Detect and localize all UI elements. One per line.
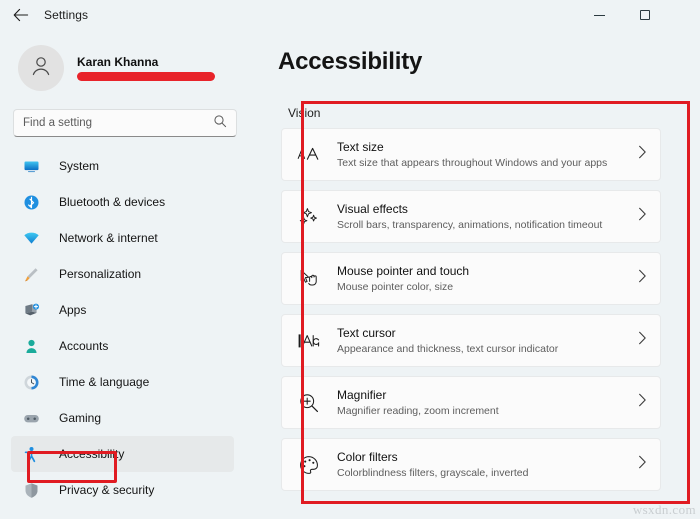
section-label-vision: Vision — [288, 106, 321, 120]
card-subtitle: Text size that appears throughout Window… — [337, 156, 608, 169]
sidebar-item-network-internet[interactable]: Network & internet — [11, 220, 234, 256]
card-title: Text size — [337, 139, 384, 154]
settings-card-text: Text cursor Appearance and thickness, te… — [337, 326, 638, 356]
maximize-button[interactable] — [622, 0, 668, 30]
search-container — [13, 109, 237, 137]
sidebar-item-gaming[interactable]: Gaming — [11, 400, 234, 436]
sidebar-item-time-language[interactable]: Time & language — [11, 364, 234, 400]
chevron-right-icon[interactable] — [638, 145, 649, 164]
magnifier-icon — [295, 392, 323, 414]
settings-card-text: Magnifier Magnifier reading, zoom increm… — [337, 388, 638, 418]
card-subtitle: Colorblindness filters, grayscale, inver… — [337, 466, 529, 479]
window-body: Karan Khanna Find a setting System Bluet… — [0, 30, 700, 519]
sidebar-item-windows-update[interactable]: Windows Update — [11, 508, 234, 519]
sidebar-item-privacy-security[interactable]: Privacy & security — [11, 472, 234, 508]
watermark: wsxdn.com — [632, 502, 696, 517]
card-title: Visual effects — [337, 201, 408, 216]
settings-card-text-cursor[interactable]: Text cursor Appearance and thickness, te… — [281, 314, 661, 367]
account-person-icon — [22, 337, 40, 355]
wifi-icon — [22, 229, 40, 247]
clock-icon — [22, 373, 40, 391]
gamepad-icon — [22, 409, 40, 427]
sidebar-item-label: Privacy & security — [59, 483, 155, 497]
maximize-icon — [640, 10, 650, 20]
sidebar-item-accounts[interactable]: Accounts — [11, 328, 234, 364]
sidebar-item-label: Accounts — [59, 339, 109, 353]
sidebar-nav: System Bluetooth & devices Network & int… — [0, 148, 262, 519]
window-controls — [576, 0, 700, 30]
card-title: Magnifier — [337, 387, 387, 402]
chevron-right-icon[interactable] — [638, 331, 649, 350]
back-button[interactable] — [4, 1, 38, 29]
paintbrush-icon — [22, 265, 40, 283]
search-icon[interactable] — [213, 114, 227, 133]
settings-card-list: Text size Text size that appears through… — [274, 128, 666, 491]
sidebar-item-label: Apps — [59, 303, 87, 317]
account-name: Karan Khanna — [77, 55, 159, 69]
redacted-email-bar — [77, 72, 215, 81]
settings-card-magnifier[interactable]: Magnifier Magnifier reading, zoom increm… — [281, 376, 661, 429]
accessibility-person-icon — [22, 445, 40, 463]
settings-card-text: Mouse pointer and touch Mouse pointer co… — [337, 264, 638, 294]
chevron-right-icon[interactable] — [638, 269, 649, 288]
system-monitor-icon — [22, 157, 40, 175]
minimize-icon — [593, 14, 605, 16]
sidebar: Karan Khanna Find a setting System Bluet… — [0, 30, 262, 519]
search-box[interactable] — [13, 109, 237, 137]
chevron-right-icon[interactable] — [638, 207, 649, 226]
sidebar-item-system[interactable]: System — [11, 148, 234, 184]
sidebar-item-apps[interactable]: Apps — [11, 292, 234, 328]
mouse-pointer-icon — [295, 268, 323, 290]
sidebar-item-label: Accessibility — [59, 447, 125, 461]
settings-card-text: Color filters Colorblindness filters, gr… — [337, 450, 638, 480]
card-title: Text cursor — [337, 325, 396, 340]
card-subtitle: Scroll bars, transparency, animations, n… — [337, 218, 603, 231]
back-arrow-icon — [13, 8, 29, 22]
search-input[interactable] — [23, 117, 209, 129]
sidebar-item-bluetooth-devices[interactable]: Bluetooth & devices — [11, 184, 234, 220]
sidebar-item-label: Personalization — [59, 267, 142, 281]
chevron-right-icon[interactable] — [638, 393, 649, 412]
card-title: Mouse pointer and touch — [337, 263, 470, 278]
card-subtitle: Magnifier reading, zoom increment — [337, 404, 499, 417]
sidebar-item-personalization[interactable]: Personalization — [11, 256, 234, 292]
shield-icon — [22, 481, 40, 499]
settings-card-mouse-pointer-touch[interactable]: Mouse pointer and touch Mouse pointer co… — [281, 252, 661, 305]
color-palette-icon — [295, 454, 323, 476]
sidebar-item-label: System — [59, 159, 100, 173]
settings-card-text-size[interactable]: Text size Text size that appears through… — [281, 128, 661, 181]
chevron-right-icon[interactable] — [638, 455, 649, 474]
title-bar: Settings — [0, 0, 700, 30]
vision-panel: Vision Text size Text size that appears … — [274, 97, 666, 491]
sidebar-item-accessibility[interactable]: Accessibility — [11, 436, 234, 472]
bluetooth-icon — [22, 193, 40, 211]
settings-window: Settings Karan Khanna Find a setting Sys… — [0, 0, 700, 519]
minimize-button[interactable] — [576, 0, 622, 30]
settings-card-color-filters[interactable]: Color filters Colorblindness filters, gr… — [281, 438, 661, 491]
settings-card-visual-effects[interactable]: Visual effects Scroll bars, transparency… — [281, 190, 661, 243]
card-subtitle: Mouse pointer color, size — [337, 280, 454, 293]
sidebar-item-label: Gaming — [59, 411, 102, 425]
sidebar-item-label: Network & internet — [59, 231, 158, 245]
sidebar-item-label: Bluetooth & devices — [59, 195, 166, 209]
text-size-icon — [295, 145, 323, 165]
main-content: Accessibility Vision Text size Text size… — [262, 30, 700, 519]
text-cursor-icon — [295, 331, 323, 351]
page-title: Accessibility — [278, 48, 423, 75]
settings-card-text: Visual effects Scroll bars, transparency… — [337, 202, 638, 232]
close-button[interactable] — [668, 0, 700, 30]
account-header[interactable]: Karan Khanna — [0, 36, 262, 96]
avatar — [18, 45, 64, 91]
apps-icon — [22, 301, 40, 319]
sidebar-item-label: Time & language — [59, 375, 150, 389]
person-avatar-icon — [28, 53, 54, 84]
sparkles-icon — [295, 206, 323, 228]
account-text: Karan Khanna — [77, 55, 215, 81]
window-title: Settings — [44, 8, 89, 22]
card-title: Color filters — [337, 449, 398, 464]
card-subtitle: Appearance and thickness, text cursor in… — [337, 342, 559, 355]
settings-card-text: Text size Text size that appears through… — [337, 140, 638, 170]
